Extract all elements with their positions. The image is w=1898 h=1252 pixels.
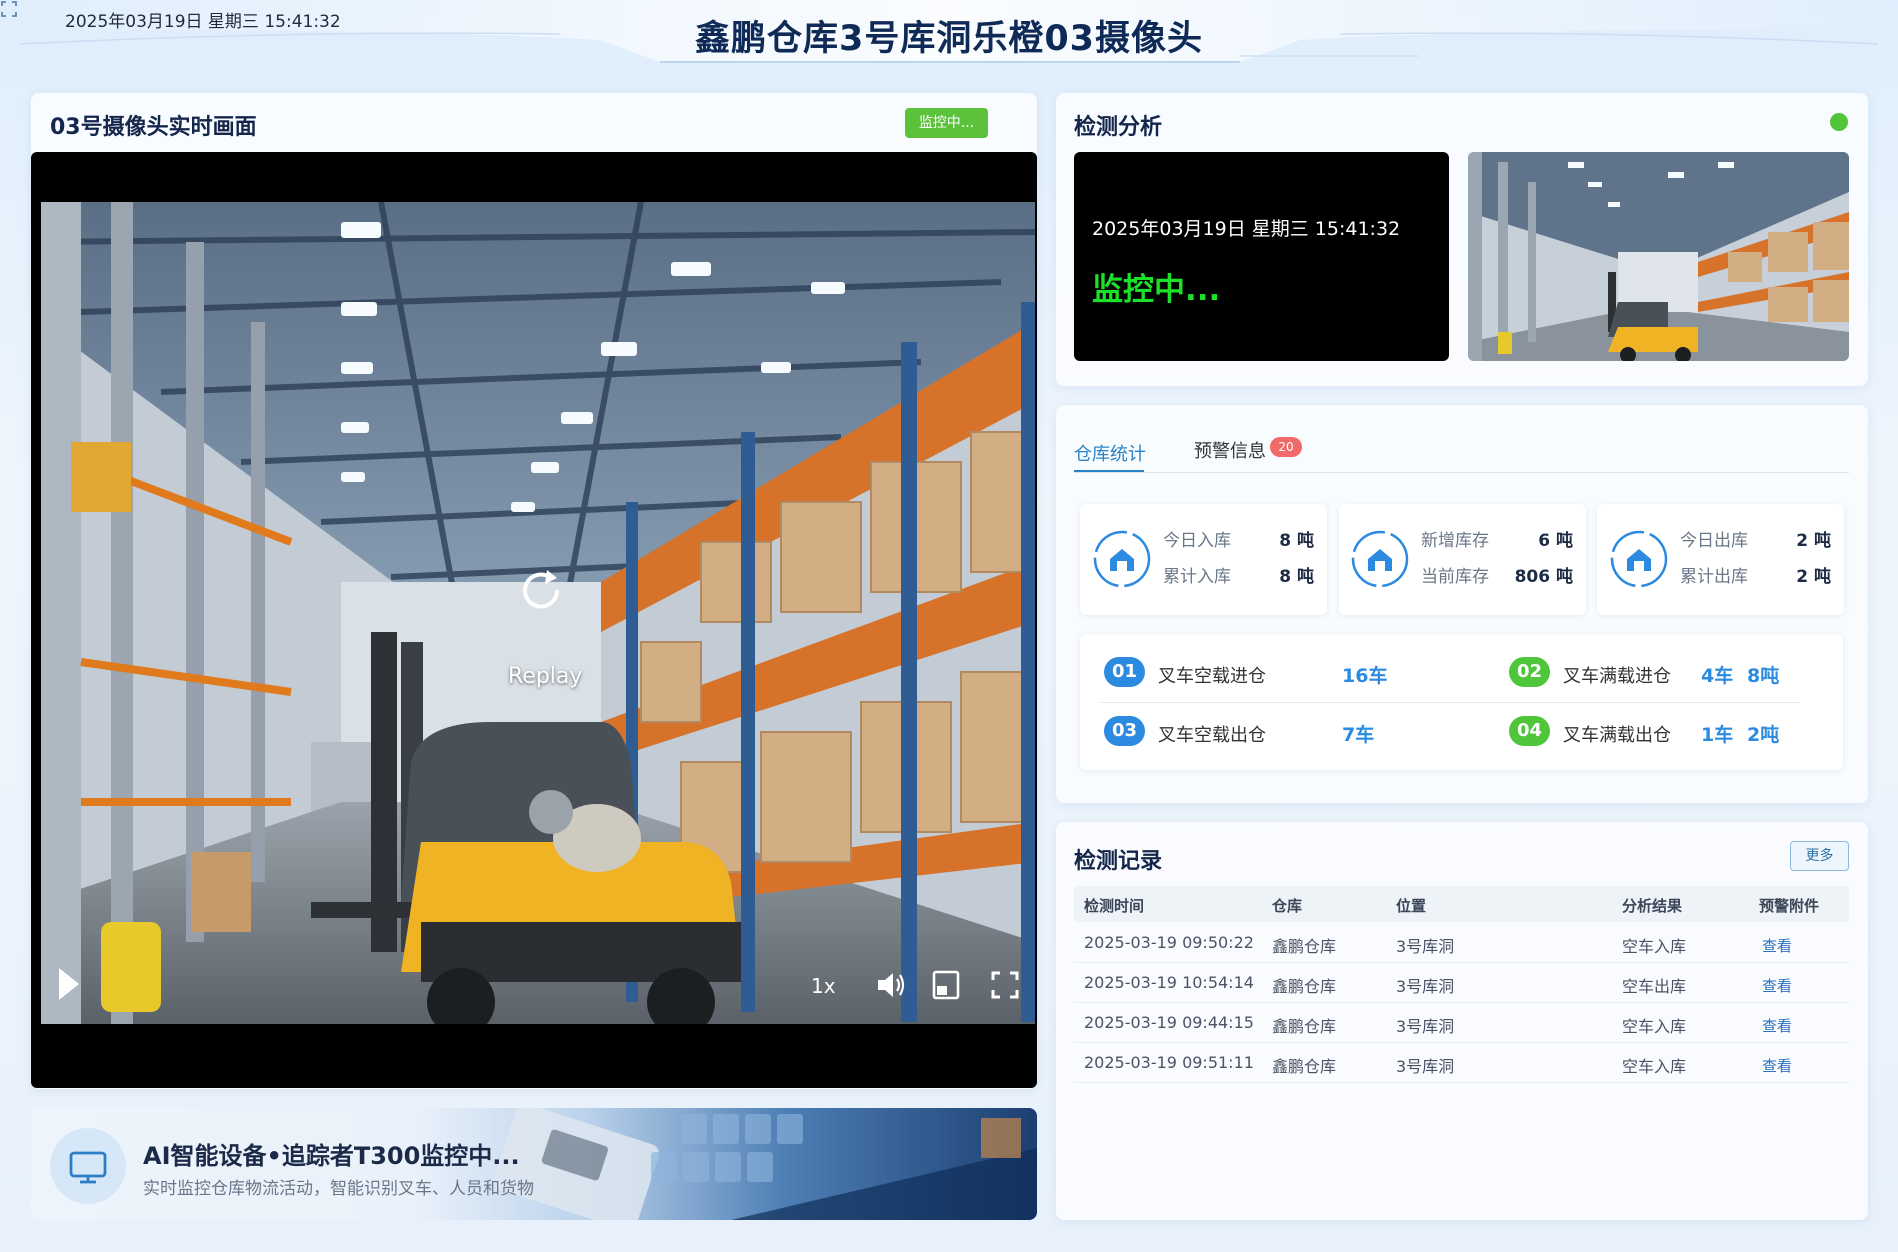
column-header: 仓库	[1272, 897, 1303, 915]
forklift-weight: 2吨	[1747, 724, 1780, 746]
detection-datetime: 2025年03月19日 星期三 15:41:32	[1092, 218, 1401, 240]
card-value: 2 吨	[1796, 567, 1831, 587]
records-panel-title: 检测记录	[1074, 849, 1163, 874]
cell-result: 空车入库	[1622, 1057, 1687, 1076]
forklift-weight: 8吨	[1747, 665, 1780, 687]
monitoring-status-badge: 监控中...	[905, 108, 988, 138]
card-value: 6 吨	[1538, 531, 1573, 551]
forklift-label: 叉车空载出仓	[1158, 725, 1266, 746]
card-value: 2 吨	[1796, 531, 1831, 551]
detection-snapshot[interactable]	[1468, 152, 1849, 361]
column-header: 预警附件	[1759, 897, 1820, 915]
card-label: 今日入库	[1163, 531, 1231, 551]
page-title: 鑫鹏仓库3号库洞乐橙03摄像头	[694, 19, 1204, 59]
replay-label[interactable]: Replay	[508, 664, 582, 689]
cell-result: 空车入库	[1622, 1017, 1687, 1036]
column-header: 分析结果	[1622, 897, 1683, 915]
warehouse-out-icon	[1610, 530, 1668, 588]
cell-time: 2025-03-19 10:54:14	[1084, 973, 1254, 992]
monitor-icon	[69, 1151, 107, 1184]
fullscreen-icon[interactable]	[990, 970, 1020, 1000]
view-attachment-link[interactable]: 查看	[1762, 935, 1792, 956]
table-header	[1074, 886, 1849, 922]
cell-warehouse: 鑫鹏仓库	[1272, 1057, 1337, 1076]
alert-count-badge: 20	[1270, 437, 1302, 457]
card-label: 累计入库	[1163, 567, 1231, 587]
forklift-value: 16车	[1342, 665, 1388, 687]
detection-panel-title: 检测分析	[1074, 115, 1163, 140]
cell-location: 3号库洞	[1396, 977, 1455, 996]
banner-subtitle: 实时监控仓库物流活动，智能识别叉车、人员和货物	[143, 1179, 534, 1199]
cell-warehouse: 鑫鹏仓库	[1272, 937, 1337, 956]
forklift-index-badge: 01	[1104, 657, 1145, 687]
forklift-value: 7车	[1342, 724, 1375, 746]
detection-status: 监控中...	[1092, 272, 1221, 308]
forklift-index-badge: 03	[1104, 716, 1145, 746]
cell-time: 2025-03-19 09:50:22	[1084, 933, 1254, 952]
more-button[interactable]: 更多	[1790, 841, 1849, 871]
picture-in-picture-icon[interactable]	[931, 968, 961, 1002]
tab-alert-info[interactable]: 预警信息	[1194, 437, 1266, 463]
banner-title: AI智能设备•追踪者T300监控中...	[143, 1142, 520, 1170]
view-attachment-link[interactable]: 查看	[1762, 1055, 1792, 1076]
card-label: 累计出库	[1680, 567, 1748, 587]
forklift-value: 4车	[1701, 665, 1734, 687]
video-panel-title: 03号摄像头实时画面	[50, 115, 257, 140]
card-label: 今日出库	[1680, 531, 1748, 551]
cell-time: 2025-03-19 09:51:11	[1084, 1053, 1254, 1072]
replay-icon[interactable]	[517, 564, 567, 614]
forklift-label: 叉车满载进仓	[1563, 666, 1671, 687]
volume-icon[interactable]	[874, 968, 908, 1002]
card-value: 8 吨	[1279, 567, 1314, 587]
column-header: 检测时间	[1084, 897, 1145, 915]
cell-location: 3号库洞	[1396, 1057, 1455, 1076]
card-label: 新增库存	[1421, 531, 1489, 551]
warehouse-in-icon	[1093, 530, 1151, 588]
view-attachment-link[interactable]: 查看	[1762, 975, 1792, 996]
card-value: 806 吨	[1514, 567, 1573, 587]
detection-status-box	[1074, 152, 1449, 361]
playback-speed[interactable]: 1x	[811, 974, 836, 998]
forklift-divider	[1100, 702, 1800, 703]
card-label: 当前库存	[1421, 567, 1489, 587]
forklift-index-badge: 04	[1509, 716, 1550, 746]
cell-result: 空车出库	[1622, 977, 1687, 996]
tab-warehouse-stats[interactable]: 仓库统计	[1074, 440, 1146, 466]
fullscreen-icon[interactable]	[0, 0, 18, 18]
header: 2025年03月19日 星期三 15:41:32 鑫鹏仓库3号库洞乐橙03摄像头	[0, 0, 1898, 70]
cell-time: 2025-03-19 09:44:15	[1084, 1013, 1254, 1032]
cell-warehouse: 鑫鹏仓库	[1272, 1017, 1337, 1036]
monitor-icon-circle	[50, 1128, 126, 1204]
view-attachment-link[interactable]: 查看	[1762, 1015, 1792, 1036]
video-player[interactable]: Replay 1x	[31, 152, 1037, 1088]
cell-result: 空车入库	[1622, 937, 1687, 956]
online-status-dot	[1830, 113, 1848, 131]
forklift-label: 叉车满载出仓	[1563, 725, 1671, 746]
column-header: 位置	[1396, 897, 1427, 915]
warehouse-icon	[1351, 530, 1409, 588]
cell-location: 3号库洞	[1396, 1017, 1455, 1036]
forklift-index-badge: 02	[1509, 657, 1550, 687]
warehouse-snapshot-image	[1468, 152, 1849, 361]
play-icon[interactable]	[57, 966, 81, 1002]
tab-divider	[1074, 472, 1849, 473]
cell-location: 3号库洞	[1396, 937, 1455, 956]
forklift-label: 叉车空载进仓	[1158, 666, 1266, 687]
cell-warehouse: 鑫鹏仓库	[1272, 977, 1337, 996]
card-value: 8 吨	[1279, 531, 1314, 551]
forklift-value: 1车	[1701, 724, 1734, 746]
